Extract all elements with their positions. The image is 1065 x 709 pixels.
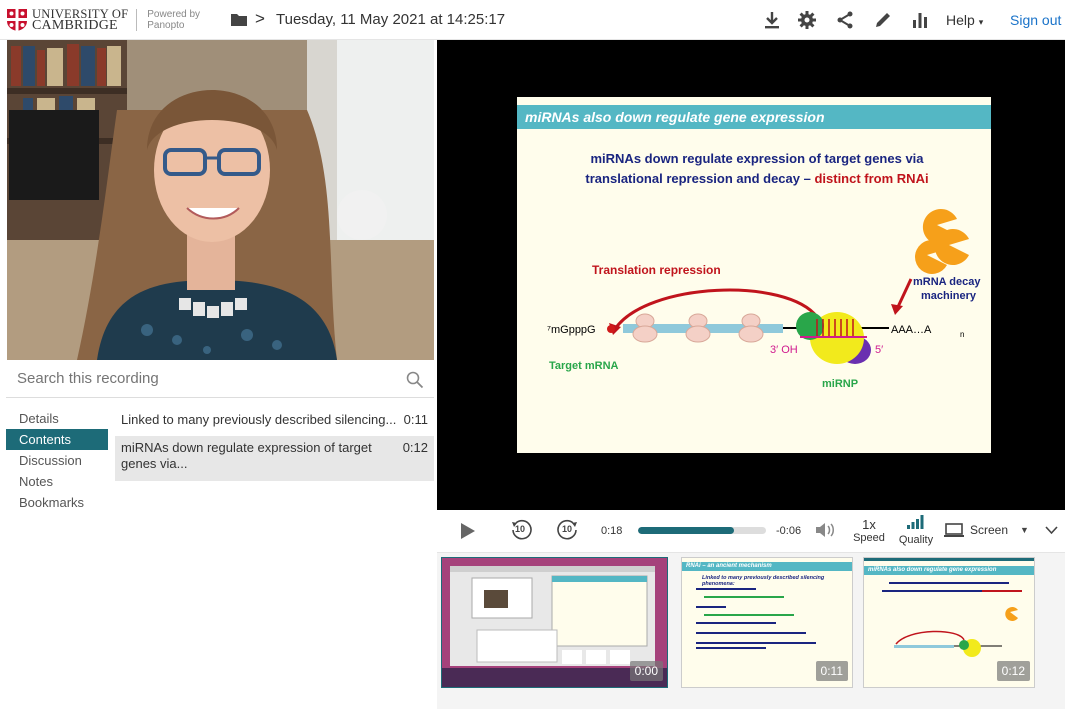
entry-title: Linked to many previously described sile… [121, 412, 397, 427]
chevron-down-icon: ▾ [978, 17, 984, 27]
share-icon[interactable] [836, 11, 854, 29]
slide: miRNAs also down regulate gene expressio… [517, 97, 991, 453]
thumbnail-time: 0:00 [629, 661, 663, 681]
decay-label-line2: machinery [921, 290, 977, 302]
speed-value: 1x [862, 517, 876, 532]
logo-divider [136, 9, 138, 31]
quality-label: Quality [898, 534, 934, 546]
gear-icon[interactable] [798, 11, 816, 29]
polya-subscript: n [960, 330, 964, 339]
screen-label: Screen [970, 523, 1009, 537]
search-bar [6, 362, 434, 398]
skip-back-seconds: 10 [515, 524, 526, 534]
thumbnail-0[interactable]: 0:00 [441, 557, 668, 688]
university-name: UNIVERSITY OF CAMBRIDGE [32, 8, 128, 33]
download-icon[interactable] [764, 11, 780, 29]
mrna-diagram: Translation repression ⁷mGpppG 3′ OH 5′ … [547, 209, 981, 390]
play-icon[interactable] [460, 522, 476, 540]
search-input[interactable] [17, 370, 377, 387]
five-prime-label: 5′ [875, 344, 883, 356]
contents-list: Linked to many previously described sile… [115, 408, 434, 481]
screen-layout-button[interactable]: Screen ▼ [944, 523, 1030, 537]
thumbnail-time: 0:12 [996, 661, 1030, 681]
help-label: Help [946, 12, 975, 28]
tab-notes[interactable]: Notes [6, 471, 108, 492]
list-item[interactable]: Linked to many previously described sile… [115, 408, 434, 432]
list-item[interactable]: miRNAs down regulate expression of targe… [115, 436, 434, 481]
folder-icon[interactable] [231, 13, 247, 26]
collapse-chevron-icon[interactable] [1045, 526, 1058, 535]
entry-title: miRNAs down regulate expression of targe… [121, 440, 372, 471]
thumbnail-time: 0:11 [815, 661, 848, 681]
edit-icon[interactable] [874, 11, 892, 29]
tab-details[interactable]: Details [6, 408, 108, 429]
skip-forward-button[interactable]: 10 [557, 519, 579, 541]
quality-button[interactable]: Quality [896, 515, 936, 546]
progress-bar[interactable] [638, 527, 766, 534]
tab-discussion[interactable]: Discussion [6, 450, 108, 471]
tab-contents[interactable]: Contents [6, 429, 108, 450]
skip-forward-seconds: 10 [562, 524, 573, 534]
thumbnail-2[interactable]: miRNAs also down regulate gene expressio… [863, 557, 1035, 688]
remaining-time: -0:06 [776, 525, 802, 537]
speed-button[interactable]: 1x Speed [850, 517, 888, 544]
search-icon[interactable] [406, 371, 424, 389]
powered-line1: Powered by [147, 9, 201, 20]
stats-icon[interactable] [912, 11, 928, 29]
powered-by: Powered by Panopto [147, 9, 200, 31]
skip-back-button[interactable]: 10 [510, 519, 532, 541]
cap-label: ⁷mGpppG [547, 324, 596, 336]
quality-bars-icon [907, 515, 924, 529]
crest-icon [7, 9, 27, 31]
decay-label-line1: mRNA decay [913, 276, 981, 288]
powered-line2: Panopto [147, 20, 185, 31]
tab-bookmarks[interactable]: Bookmarks [6, 492, 108, 513]
progress-fill [638, 527, 734, 534]
three-oh-label: 3′ OH [770, 344, 798, 356]
presenter-video[interactable] [7, 40, 434, 360]
thumbnail-1[interactable]: RNAi – an ancient mechanism Linked to ma… [681, 557, 853, 688]
help-menu[interactable]: Help ▾ [946, 12, 983, 28]
presenter-image [7, 40, 434, 360]
university-line2: CAMBRIDGE [32, 18, 118, 33]
sign-out-link[interactable]: Sign out [1010, 12, 1061, 28]
university-logo[interactable]: UNIVERSITY OF CAMBRIDGE Powered by Panop… [6, 8, 200, 33]
speed-label: Speed [853, 532, 885, 544]
elapsed-time: 0:18 [601, 525, 623, 537]
breadcrumb-chevron-icon: > [255, 9, 265, 28]
translation-repression-label: Translation repression [592, 263, 721, 277]
screen-dropdown-icon: ▼ [1020, 525, 1029, 535]
side-tabs: Details Contents Discussion Notes Bookma… [6, 408, 108, 513]
top-bar: UNIVERSITY OF CAMBRIDGE Powered by Panop… [0, 0, 1065, 40]
pacman-decay-icon [915, 209, 969, 274]
polya-label: AAA…A [891, 324, 932, 336]
volume-icon[interactable] [815, 522, 837, 538]
screen-icon [944, 523, 964, 537]
target-mrna-label: Target mRNA [549, 360, 619, 372]
entry-time: 0:12 [402, 440, 428, 455]
entry-time: 0:11 [403, 412, 428, 427]
recording-title: Tuesday, 11 May 2021 at 14:25:17 [276, 11, 506, 28]
mirnp-label: miRNP [822, 378, 858, 390]
